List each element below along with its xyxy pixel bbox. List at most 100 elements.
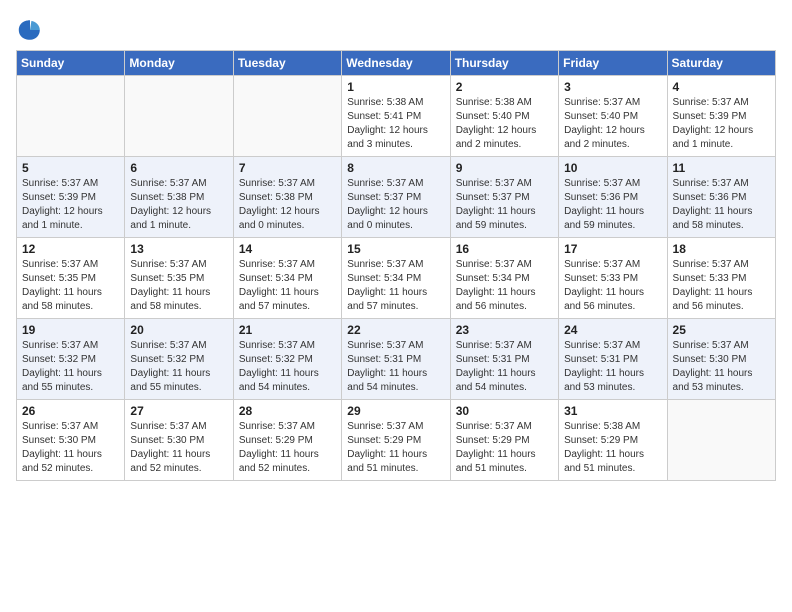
day-info: Sunrise: 5:37 AM Sunset: 5:39 PM Dayligh…: [22, 177, 119, 233]
day-number: 3: [564, 80, 661, 94]
calendar-cell: 25 Sunrise: 5:37 AM Sunset: 5:30 PM Dayli…: [667, 319, 775, 400]
day-number: 9: [456, 161, 553, 175]
day-number: 1: [347, 80, 444, 94]
day-number: 23: [456, 323, 553, 337]
logo-icon: [16, 16, 44, 44]
day-number: 30: [456, 404, 553, 418]
day-number: 25: [673, 323, 770, 337]
calendar-cell: 2 Sunrise: 5:38 AM Sunset: 5:40 PM Daylig…: [450, 76, 558, 157]
calendar-week-row: 26 Sunrise: 5:37 AM Sunset: 5:30 PM Dayli…: [17, 400, 776, 481]
calendar-cell: 31 Sunrise: 5:38 AM Sunset: 5:29 PM Dayli…: [559, 400, 667, 481]
day-info: Sunrise: 5:37 AM Sunset: 5:29 PM Dayligh…: [347, 420, 444, 476]
calendar-cell: 30 Sunrise: 5:37 AM Sunset: 5:29 PM Dayli…: [450, 400, 558, 481]
day-info: Sunrise: 5:37 AM Sunset: 5:32 PM Dayligh…: [239, 339, 336, 395]
day-number: 15: [347, 242, 444, 256]
calendar-week-row: 1 Sunrise: 5:38 AM Sunset: 5:41 PM Daylig…: [17, 76, 776, 157]
day-number: 5: [22, 161, 119, 175]
calendar-cell: 10Sunrise: 5:37 AM Sunset: 5:36 PM Dayli…: [559, 157, 667, 238]
day-number: 2: [456, 80, 553, 94]
calendar-cell: [233, 76, 341, 157]
day-number: 29: [347, 404, 444, 418]
calendar-cell: 11Sunrise: 5:37 AM Sunset: 5:36 PM Dayli…: [667, 157, 775, 238]
day-info: Sunrise: 5:37 AM Sunset: 5:32 PM Dayligh…: [22, 339, 119, 395]
day-header-tuesday: Tuesday: [233, 51, 341, 76]
day-info: Sunrise: 5:37 AM Sunset: 5:35 PM Dayligh…: [130, 258, 227, 314]
calendar-cell: 3 Sunrise: 5:37 AM Sunset: 5:40 PM Daylig…: [559, 76, 667, 157]
day-header-saturday: Saturday: [667, 51, 775, 76]
calendar-cell: 13 Sunrise: 5:37 AM Sunset: 5:35 PM Dayli…: [125, 238, 233, 319]
day-info: Sunrise: 5:37 AM Sunset: 5:36 PM Dayligh…: [673, 177, 770, 233]
day-number: 19: [22, 323, 119, 337]
calendar-cell: 8 Sunrise: 5:37 AM Sunset: 5:37 PM Daylig…: [342, 157, 450, 238]
day-number: 16: [456, 242, 553, 256]
calendar-cell: 26 Sunrise: 5:37 AM Sunset: 5:30 PM Dayli…: [17, 400, 125, 481]
calendar-cell: 9 Sunrise: 5:37 AM Sunset: 5:37 PM Daylig…: [450, 157, 558, 238]
day-info: Sunrise: 5:38 AM Sunset: 5:29 PM Dayligh…: [564, 420, 661, 476]
day-number: 20: [130, 323, 227, 337]
day-number: 8: [347, 161, 444, 175]
calendar-cell: 14 Sunrise: 5:37 AM Sunset: 5:34 PM Dayli…: [233, 238, 341, 319]
calendar-week-row: 5 Sunrise: 5:37 AM Sunset: 5:39 PM Daylig…: [17, 157, 776, 238]
calendar-cell: 5 Sunrise: 5:37 AM Sunset: 5:39 PM Daylig…: [17, 157, 125, 238]
day-number: 22: [347, 323, 444, 337]
day-number: 28: [239, 404, 336, 418]
calendar-week-row: 19 Sunrise: 5:37 AM Sunset: 5:32 PM Dayli…: [17, 319, 776, 400]
day-info: Sunrise: 5:37 AM Sunset: 5:33 PM Dayligh…: [564, 258, 661, 314]
day-info: Sunrise: 5:37 AM Sunset: 5:29 PM Dayligh…: [239, 420, 336, 476]
day-number: 4: [673, 80, 770, 94]
day-info: Sunrise: 5:37 AM Sunset: 5:39 PM Dayligh…: [673, 96, 770, 152]
day-number: 14: [239, 242, 336, 256]
calendar-cell: 7 Sunrise: 5:37 AM Sunset: 5:38 PM Daylig…: [233, 157, 341, 238]
day-info: Sunrise: 5:37 AM Sunset: 5:30 PM Dayligh…: [22, 420, 119, 476]
logo: [16, 16, 48, 44]
day-info: Sunrise: 5:37 AM Sunset: 5:37 PM Dayligh…: [456, 177, 553, 233]
day-info: Sunrise: 5:37 AM Sunset: 5:32 PM Dayligh…: [130, 339, 227, 395]
day-header-friday: Friday: [559, 51, 667, 76]
calendar-cell: 18Sunrise: 5:37 AM Sunset: 5:33 PM Dayli…: [667, 238, 775, 319]
calendar-cell: 24 Sunrise: 5:37 AM Sunset: 5:31 PM Dayli…: [559, 319, 667, 400]
day-number: 27: [130, 404, 227, 418]
day-number: 13: [130, 242, 227, 256]
day-number: 26: [22, 404, 119, 418]
day-info: Sunrise: 5:37 AM Sunset: 5:31 PM Dayligh…: [564, 339, 661, 395]
day-info: Sunrise: 5:37 AM Sunset: 5:38 PM Dayligh…: [130, 177, 227, 233]
page-header: [16, 16, 776, 44]
calendar-cell: 23 Sunrise: 5:37 AM Sunset: 5:31 PM Dayli…: [450, 319, 558, 400]
calendar-cell: 27 Sunrise: 5:37 AM Sunset: 5:30 PM Dayli…: [125, 400, 233, 481]
calendar-cell: 21Sunrise: 5:37 AM Sunset: 5:32 PM Dayli…: [233, 319, 341, 400]
day-info: Sunrise: 5:38 AM Sunset: 5:40 PM Dayligh…: [456, 96, 553, 152]
day-info: Sunrise: 5:37 AM Sunset: 5:37 PM Dayligh…: [347, 177, 444, 233]
day-info: Sunrise: 5:37 AM Sunset: 5:31 PM Dayligh…: [347, 339, 444, 395]
day-info: Sunrise: 5:37 AM Sunset: 5:31 PM Dayligh…: [456, 339, 553, 395]
calendar-cell: 19 Sunrise: 5:37 AM Sunset: 5:32 PM Dayli…: [17, 319, 125, 400]
day-info: Sunrise: 5:37 AM Sunset: 5:30 PM Dayligh…: [130, 420, 227, 476]
day-number: 17: [564, 242, 661, 256]
calendar-cell: 16Sunrise: 5:37 AM Sunset: 5:34 PM Dayli…: [450, 238, 558, 319]
day-info: Sunrise: 5:38 AM Sunset: 5:41 PM Dayligh…: [347, 96, 444, 152]
day-number: 12: [22, 242, 119, 256]
day-info: Sunrise: 5:37 AM Sunset: 5:34 PM Dayligh…: [239, 258, 336, 314]
calendar-cell: 17 Sunrise: 5:37 AM Sunset: 5:33 PM Dayli…: [559, 238, 667, 319]
calendar-table: SundayMondayTuesdayWednesdayThursdayFrid…: [16, 50, 776, 481]
day-info: Sunrise: 5:37 AM Sunset: 5:30 PM Dayligh…: [673, 339, 770, 395]
day-number: 6: [130, 161, 227, 175]
day-info: Sunrise: 5:37 AM Sunset: 5:34 PM Dayligh…: [347, 258, 444, 314]
day-header-wednesday: Wednesday: [342, 51, 450, 76]
day-number: 7: [239, 161, 336, 175]
calendar-cell: 1 Sunrise: 5:38 AM Sunset: 5:41 PM Daylig…: [342, 76, 450, 157]
day-number: 18: [673, 242, 770, 256]
day-number: 10: [564, 161, 661, 175]
day-info: Sunrise: 5:37 AM Sunset: 5:40 PM Dayligh…: [564, 96, 661, 152]
calendar-header-row: SundayMondayTuesdayWednesdayThursdayFrid…: [17, 51, 776, 76]
calendar-cell: [125, 76, 233, 157]
day-info: Sunrise: 5:37 AM Sunset: 5:38 PM Dayligh…: [239, 177, 336, 233]
calendar-cell: 6 Sunrise: 5:37 AM Sunset: 5:38 PM Daylig…: [125, 157, 233, 238]
day-number: 31: [564, 404, 661, 418]
day-info: Sunrise: 5:37 AM Sunset: 5:29 PM Dayligh…: [456, 420, 553, 476]
calendar-cell: 20 Sunrise: 5:37 AM Sunset: 5:32 PM Dayli…: [125, 319, 233, 400]
calendar-cell: 4 Sunrise: 5:37 AM Sunset: 5:39 PM Daylig…: [667, 76, 775, 157]
calendar-cell: 29 Sunrise: 5:37 AM Sunset: 5:29 PM Dayli…: [342, 400, 450, 481]
day-number: 24: [564, 323, 661, 337]
calendar-week-row: 12 Sunrise: 5:37 AM Sunset: 5:35 PM Dayli…: [17, 238, 776, 319]
calendar-cell: 12Sunrise: 5:37 AM Sunset: 5:35 PM Dayli…: [17, 238, 125, 319]
